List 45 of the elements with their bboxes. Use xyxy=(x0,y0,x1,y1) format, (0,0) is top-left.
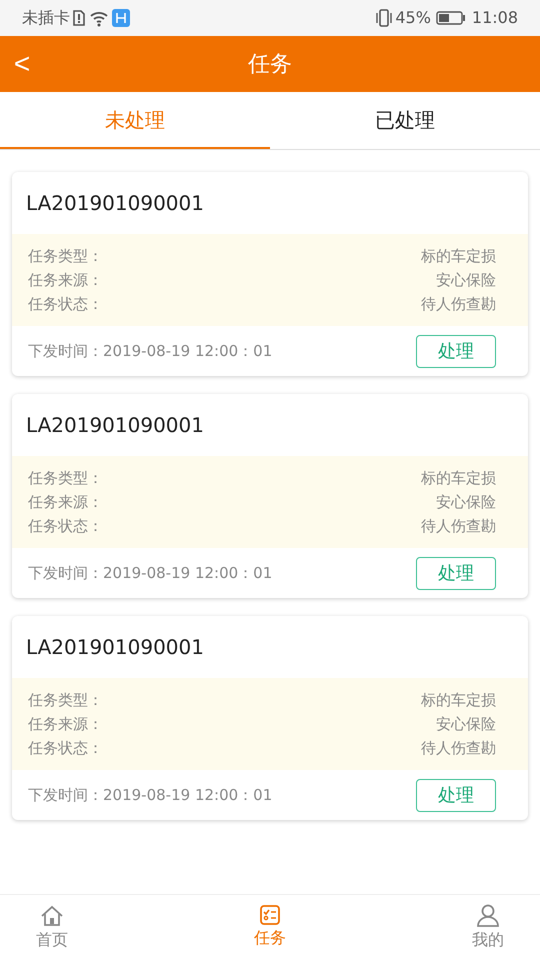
field-label: 任务状态： xyxy=(28,738,103,759)
home-icon xyxy=(39,904,65,926)
task-id: LA201901090001 xyxy=(26,412,204,439)
nav-tab[interactable]: 任务 xyxy=(240,905,300,950)
field-value: 安心保险 xyxy=(436,492,496,513)
field-value: 待人伤查勘 xyxy=(421,516,496,537)
field-label: 任务状态： xyxy=(28,294,103,315)
issue-time: 下发时间：2019-08-19 12:00：01 xyxy=(28,784,272,806)
field-value: 待人伤查勘 xyxy=(421,294,496,315)
issue-time: 下发时间：2019-08-19 12:00：01 xyxy=(28,340,272,362)
field-label: 任务类型： xyxy=(28,246,103,267)
tab[interactable]: 未处理 xyxy=(0,92,270,149)
battery-percent: 45% xyxy=(395,7,431,29)
carrier-text: 未插卡 xyxy=(22,7,70,29)
field-label: 任务类型： xyxy=(28,690,103,711)
field-value: 安心保险 xyxy=(436,270,496,291)
field-label: 任务来源： xyxy=(28,270,103,291)
field-value: 标的车定损 xyxy=(421,690,496,711)
task-id: LA201901090001 xyxy=(26,190,204,217)
clock-text: 11:08 xyxy=(472,7,518,29)
process-button[interactable]: 处理 xyxy=(416,556,496,590)
tab[interactable]: 已处理 xyxy=(270,92,540,149)
nav-tab[interactable]: 首页 xyxy=(22,904,82,952)
checklist-icon xyxy=(260,905,280,925)
field-label: 任务类型： xyxy=(28,468,103,489)
wifi-icon xyxy=(89,9,109,27)
field-value: 待人伤查勘 xyxy=(421,738,496,759)
field-value: 标的车定损 xyxy=(421,246,496,267)
sim-alert-icon xyxy=(72,10,86,26)
process-button[interactable]: 处理 xyxy=(416,334,496,368)
field-label: 任务状态： xyxy=(28,516,103,537)
person-icon xyxy=(476,904,500,926)
field-value: 安心保险 xyxy=(436,714,496,735)
field-value: 标的车定损 xyxy=(421,468,496,489)
process-button[interactable]: 处理 xyxy=(416,778,496,812)
app-icon xyxy=(112,9,130,27)
vibrate-icon xyxy=(375,9,394,27)
nav-tab[interactable]: 我的 xyxy=(458,904,518,952)
back-button[interactable]: < xyxy=(10,48,34,80)
issue-time: 下发时间：2019-08-19 12:00：01 xyxy=(28,562,272,584)
page-title: 任务 xyxy=(248,50,292,78)
field-label: 任务来源： xyxy=(28,492,103,513)
battery-icon xyxy=(436,11,466,25)
task-id: LA201901090001 xyxy=(26,634,204,661)
field-label: 任务来源： xyxy=(28,714,103,735)
